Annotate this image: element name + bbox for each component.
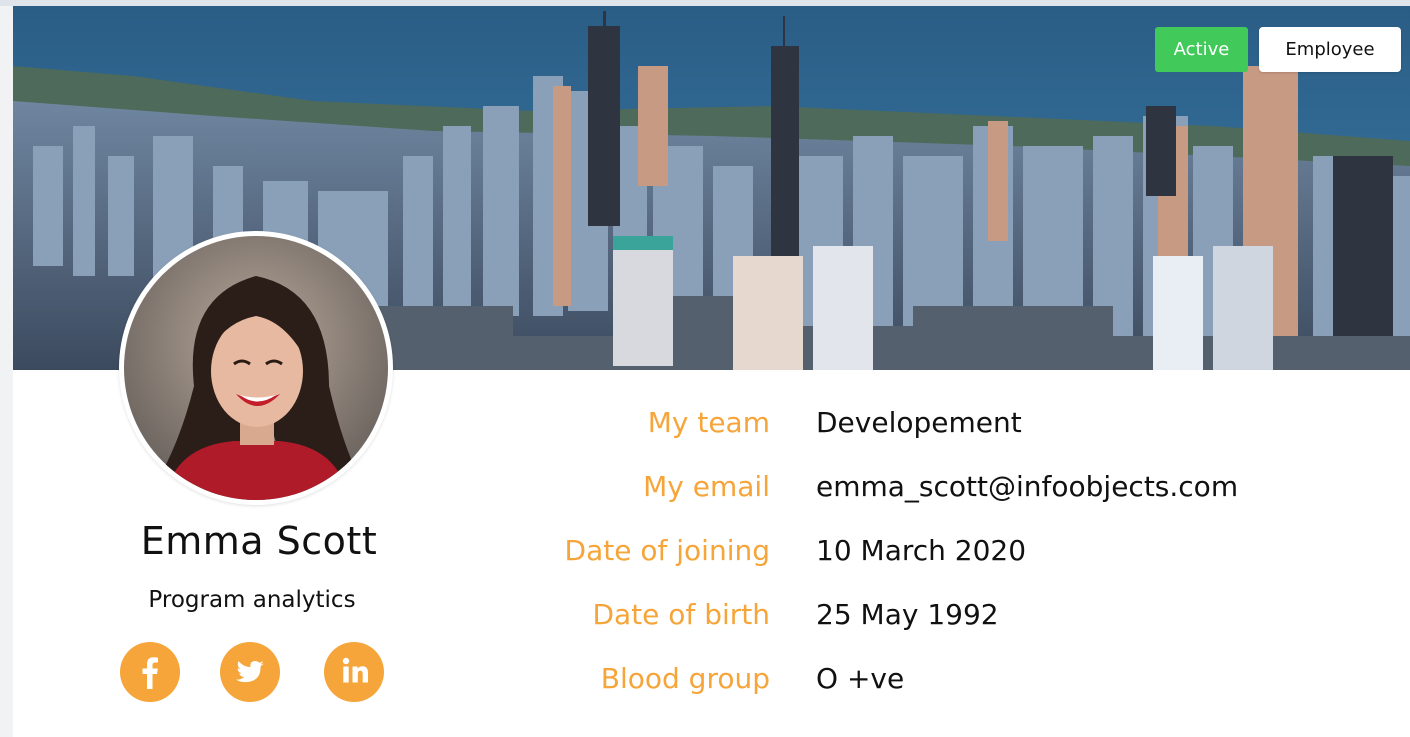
linkedin-icon [342, 657, 368, 683]
team-label: My team [647, 406, 770, 439]
profile-card: Active Employee Emma Scott Program analy… [13, 6, 1410, 737]
profile-role: Program analytics [148, 587, 356, 613]
email-label: My email [643, 470, 770, 503]
linkedin-button[interactable] [324, 642, 384, 702]
email-value: emma_scott@infoobjects.com [816, 470, 1239, 503]
blood-group-label: Blood group [600, 662, 770, 695]
facebook-button[interactable] [120, 642, 180, 702]
blood-group-value: O +ve [816, 662, 905, 695]
avatar [119, 231, 393, 505]
birth-date-value: 25 May 1992 [816, 598, 999, 631]
employee-type-badge: Employee [1259, 27, 1401, 72]
facebook-icon [142, 657, 158, 689]
twitter-icon [235, 661, 264, 683]
joining-date-label: Date of joining [564, 534, 770, 567]
status-badge: Active [1155, 27, 1248, 72]
twitter-button[interactable] [220, 642, 280, 702]
profile-name: Emma Scott [140, 519, 378, 563]
team-value: Developement [816, 406, 1022, 439]
joining-date-value: 10 March 2020 [816, 534, 1027, 567]
birth-date-label: Date of birth [592, 598, 770, 631]
